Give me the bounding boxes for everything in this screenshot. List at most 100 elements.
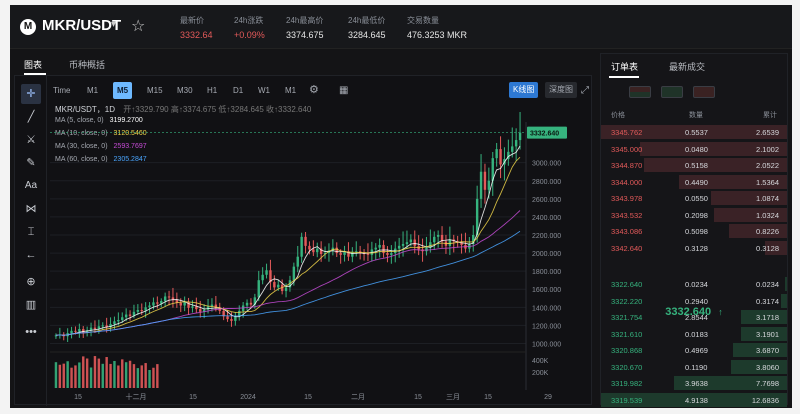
row-qty: 0.3128 (685, 243, 708, 253)
row-price: 3320.868 (611, 346, 643, 355)
candle-body (479, 171, 483, 199)
stat-value: +0.09% (234, 30, 265, 40)
interval-time-0[interactable]: Time (49, 82, 74, 99)
bids-only-icon[interactable] (661, 86, 683, 98)
candle-body (257, 280, 260, 298)
favorite-star-icon[interactable]: ☆ (131, 16, 145, 36)
bid-row[interactable]: 3320.670 0.1190 3.8060 (601, 359, 787, 375)
volume-bar (121, 359, 124, 388)
candle-body (292, 266, 296, 281)
arrow-left-icon[interactable]: ← (21, 245, 41, 265)
candle-body (113, 321, 116, 325)
row-total: 0.0234 (756, 280, 779, 289)
bid-row[interactable]: 3321.754 2.8544 3.1718 (601, 309, 787, 325)
interval-m5-2[interactable]: M5 (113, 82, 133, 99)
interval-h1-5[interactable]: H1 (203, 82, 221, 99)
ask-row[interactable]: 3343.532 0.2098 1.0324 (601, 207, 787, 223)
bid-row[interactable]: 3319.539 4.9138 12.6836 (601, 392, 787, 408)
ask-row[interactable]: 3343.978 0.0550 1.0874 (601, 190, 787, 206)
fib-tool-icon[interactable]: ⚔ (21, 130, 41, 150)
kline-view-button[interactable]: K线图 (509, 82, 539, 98)
indicators-icon[interactable]: ▦ (335, 82, 352, 99)
volume-bar (82, 356, 85, 388)
ask-row[interactable]: 3345.762 0.5537 2.6539 (601, 124, 787, 140)
y-tick-label: 3000.000 (532, 161, 561, 168)
candlestick-chart[interactable]: 3000.000 2800.000 2600.000 2400.000 2200.000… (48, 112, 592, 402)
row-price: 3322.640 (611, 280, 643, 289)
asks-only-icon[interactable] (693, 86, 715, 98)
interval-m30-4[interactable]: M30 (173, 82, 197, 99)
candle-body (495, 149, 498, 159)
volume-bar (109, 363, 112, 388)
row-total: 1.0324 (756, 210, 779, 220)
stat-volume: 交易数量 476.3253 MKR (407, 15, 467, 40)
interval-d1-6[interactable]: D1 (229, 82, 247, 99)
both-sides-icon[interactable] (629, 86, 651, 98)
pair-selector[interactable]: MKR/USDT (42, 17, 121, 34)
stat-value: 3332.64 (180, 30, 213, 40)
volume-bar (113, 360, 116, 388)
more-tools-icon[interactable]: ••• (21, 322, 41, 342)
candle-body (144, 307, 147, 311)
ask-row[interactable]: 3345.000 0.0480 2.1002 (601, 141, 787, 157)
volume-bar (144, 363, 147, 388)
interval-w1-7[interactable]: W1 (254, 82, 274, 99)
row-qty: 0.2940 (685, 296, 708, 306)
stat-24h-high: 24h最高价 3374.675 (286, 15, 324, 40)
row-price: 3345.762 (611, 128, 643, 137)
volume-bar (105, 357, 108, 388)
text-tool-icon[interactable]: Aa (21, 176, 41, 196)
measure-tool-icon[interactable]: ⌶ (21, 222, 41, 242)
tab-latest-trades[interactable]: 最新成交 (669, 60, 705, 73)
zoom-in-icon[interactable]: ⊕ (21, 272, 41, 292)
candle-body (312, 249, 315, 253)
pattern-tool-icon[interactable]: ⋈ (21, 199, 41, 219)
ask-row[interactable]: 3342.640 0.3128 0.3128 (601, 240, 787, 256)
candle-body (374, 247, 377, 250)
candle-body (386, 253, 389, 255)
volume-bar (97, 358, 101, 388)
chevron-down-icon[interactable]: ▾ (111, 19, 116, 30)
volume-bar (152, 367, 155, 388)
interval-m1-8[interactable]: M1 (281, 82, 300, 99)
candle-body (226, 316, 229, 320)
bid-row[interactable]: 3321.610 0.0183 3.1901 (601, 326, 787, 342)
trading-app: M MKR/USDT ▾ ☆ 最新价 3332.64 24h涨跌 +0.09% … (10, 5, 792, 408)
candle-body (511, 146, 514, 152)
bid-row[interactable]: 3319.982 3.9638 7.7698 (601, 375, 787, 391)
candle-body (413, 239, 416, 246)
bid-row[interactable]: 3320.868 0.4969 3.6870 (601, 342, 787, 358)
y-tick-label: 1400.000 (532, 305, 561, 312)
ask-row[interactable]: 3344.870 0.5158 2.0522 (601, 157, 787, 173)
row-price: 3342.640 (611, 243, 643, 253)
depth-view-button[interactable]: 深度图 (545, 82, 577, 98)
fullscreen-icon[interactable]: ⤢ (577, 82, 593, 99)
candle-body (390, 253, 393, 255)
x-tick-label: 二月 (351, 393, 365, 401)
indicator-icon[interactable]: ▥ (21, 295, 41, 315)
row-qty: 0.4490 (685, 177, 708, 187)
bid-row[interactable]: 3322.220 0.2940 0.3174 (601, 293, 787, 309)
row-qty: 0.0550 (685, 194, 708, 203)
tab-coin-info[interactable]: 币种概括 (69, 58, 105, 71)
ask-row[interactable]: 3343.086 0.5098 0.8226 (601, 223, 787, 239)
row-price: 3321.754 (611, 313, 643, 322)
candle-body (167, 296, 171, 298)
bid-row[interactable]: 3322.640 0.0234 0.0234 (601, 276, 787, 292)
ma10-line (55, 156, 521, 336)
tab-order-book[interactable]: 订单表 (611, 60, 638, 73)
row-price: 3343.532 (611, 210, 643, 220)
tab-chart[interactable]: 图表 (24, 58, 42, 71)
chart-tabs: 图表 币种概括 (14, 53, 594, 75)
brush-icon[interactable]: ✎ (21, 153, 41, 173)
interval-m15-3[interactable]: M15 (143, 82, 167, 99)
candle-body (249, 302, 253, 305)
stat-24h-change: 24h涨跌 +0.09% (234, 15, 265, 40)
trend-line-icon[interactable]: ╱ (21, 107, 41, 127)
row-qty: 0.0183 (685, 329, 708, 339)
settings-gear-icon[interactable]: ⚙ (305, 82, 323, 99)
interval-m1-1[interactable]: M1 (83, 82, 102, 99)
crosshair-icon[interactable]: ✛ (21, 84, 41, 104)
ask-row[interactable]: 3344.000 0.4490 1.5364 (601, 174, 787, 190)
row-price: 3321.610 (611, 329, 643, 339)
